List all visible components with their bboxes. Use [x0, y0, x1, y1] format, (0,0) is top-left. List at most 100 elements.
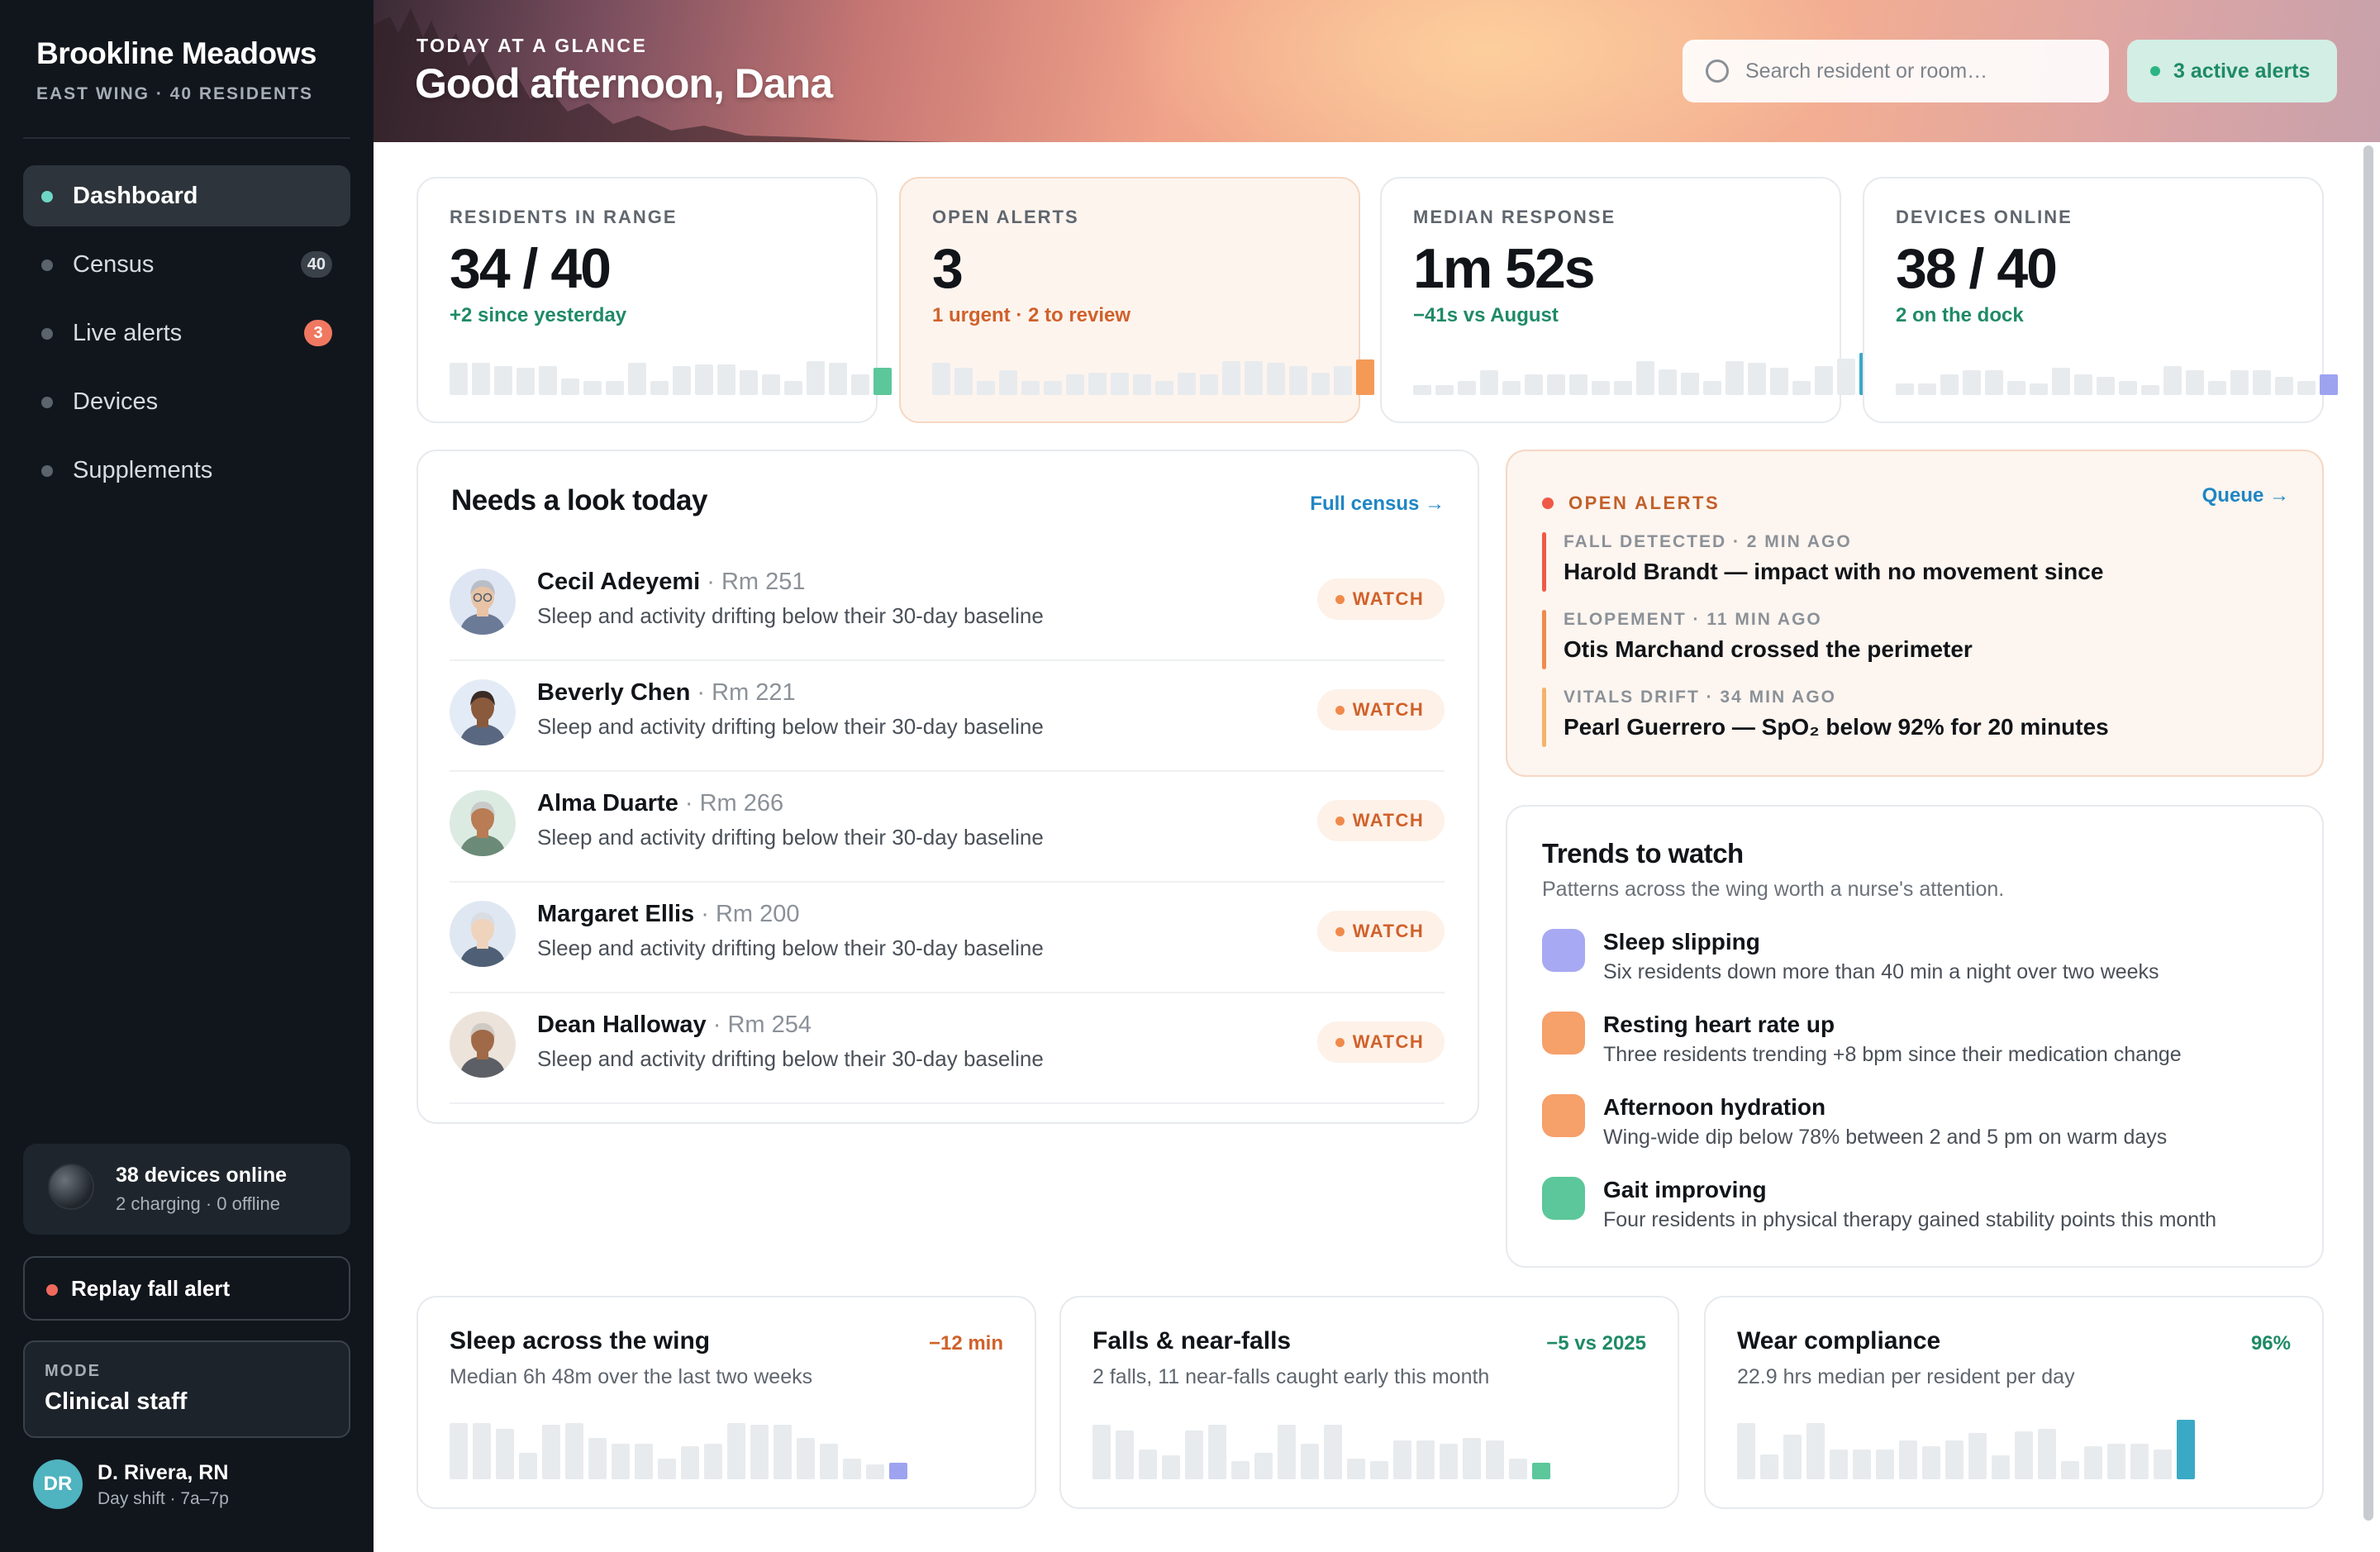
nav-item-live-alerts[interactable]: Live alerts 3	[23, 302, 350, 364]
spark-bar	[866, 1464, 884, 1479]
spark-bar	[2230, 370, 2249, 395]
alert-item[interactable]: VITALS DRIFT · 34 MIN AGO Pearl Guerrero …	[1542, 688, 2286, 747]
nav-label: Census	[73, 250, 155, 278]
spark-bar	[1876, 1450, 1894, 1479]
scrollbar[interactable]	[2363, 145, 2373, 1521]
mode-selector[interactable]: MODE Clinical staff	[23, 1340, 350, 1438]
queue-link[interactable]: Queue →	[2202, 484, 2289, 507]
spark-bar	[1837, 359, 1855, 395]
trend-item[interactable]: Afternoon hydration Wing-wide dip below 7…	[1542, 1094, 2286, 1169]
nav-label: Dashboard	[73, 182, 198, 209]
hero-banner: TODAY AT A GLANCE Good afternoon, Dana S…	[374, 0, 2380, 142]
spark-bar	[473, 1423, 491, 1479]
spark-bar-current	[873, 368, 892, 395]
kpi-card: MEDIAN RESPONSE 1m 52s −41s vs August	[1380, 177, 1878, 423]
user-avatar[interactable]: DR	[33, 1459, 83, 1509]
resident-row[interactable]: Alma Duarte · Rm 266 Sleep and activity d…	[450, 772, 1445, 883]
spark-bar	[1792, 381, 1811, 395]
watch-status-badge[interactable]: WATCH	[1317, 578, 1445, 620]
devices-status-card[interactable]: 38 devices online 2 charging · 0 offline	[23, 1144, 350, 1235]
spark-bar	[519, 1453, 537, 1479]
watch-label: WATCH	[1352, 921, 1425, 941]
kpi-label: DEVICES ONLINE	[1896, 207, 2073, 227]
resident-row[interactable]: Cecil Adeyemi · Rm 251 Sleep and activity…	[450, 550, 1445, 661]
spark-bar	[1525, 374, 1543, 395]
replay-fall-alert-button[interactable]: Replay fall alert	[23, 1256, 350, 1321]
resident-avatar	[450, 679, 516, 745]
active-alerts-label: 3 active alerts	[2173, 59, 2311, 83]
resident-room: · Rm 251	[707, 569, 806, 595]
alert-meta: FALL DETECTED · 2 MIN AGO	[1564, 532, 1852, 551]
device-icon	[48, 1164, 94, 1210]
spark-bar	[1088, 373, 1107, 395]
alert-text: Harold Brandt — impact with no movement …	[1564, 559, 2104, 584]
dot-icon	[41, 465, 53, 477]
spark-bar	[583, 381, 602, 395]
spark-bar	[606, 381, 624, 395]
mode-value: Clinical staff	[45, 1388, 188, 1415]
resident-avatar	[450, 790, 516, 856]
full-census-link[interactable]: Full census →	[1310, 493, 1445, 516]
kpi-card: DEVICES ONLINE 38 / 40 2 on the dock	[1863, 177, 2338, 423]
spark-bar	[1480, 370, 1498, 395]
facility-name: Brookline Meadows	[36, 36, 317, 70]
resident-room: · Rm 200	[701, 901, 800, 927]
spark-bar	[1413, 385, 1431, 395]
resident-name-text: Beverly Chen	[537, 679, 691, 706]
nav-item-dashboard[interactable]: Dashboard	[23, 165, 350, 226]
watch-status-badge[interactable]: WATCH	[1317, 911, 1445, 952]
spark-bar	[820, 1444, 838, 1479]
alert-item[interactable]: FALL DETECTED · 2 MIN AGO Harold Brandt —…	[1542, 532, 2286, 592]
spark-bar	[1985, 370, 2003, 395]
devices-online-title: 38 devices online	[116, 1164, 288, 1187]
spark-bar	[2253, 370, 2271, 395]
resident-note: Sleep and activity drifting below their …	[537, 603, 1044, 628]
spark-bar	[1509, 1459, 1527, 1479]
resident-row[interactable]: Margaret Ellis · Rm 200 Sleep and activit…	[450, 883, 1445, 993]
kpi-delta: −41s vs August	[1413, 304, 1559, 326]
nav-item-devices[interactable]: Devices	[23, 371, 350, 432]
spark-bar	[1133, 374, 1151, 395]
dot-icon	[41, 328, 53, 340]
spark-bar	[1569, 374, 1587, 395]
kpi-value: 1m 52s	[1413, 237, 1596, 300]
watch-dot-icon	[1335, 1038, 1345, 1047]
search-input[interactable]: Search resident or room…	[1683, 40, 2109, 102]
summary-delta: −5 vs 2025	[1546, 1332, 1646, 1354]
spark-bar	[1592, 381, 1610, 395]
spark-bar	[727, 1423, 745, 1479]
nav-item-census[interactable]: Census 40	[23, 234, 350, 295]
resident-row[interactable]: Beverly Chen · Rm 221 Sleep and activity …	[450, 661, 1445, 772]
watch-status-badge[interactable]: WATCH	[1317, 1021, 1445, 1063]
spark-bar	[1021, 381, 1040, 395]
alert-meta: VITALS DRIFT · 34 MIN AGO	[1564, 688, 1837, 707]
watch-status-badge[interactable]: WATCH	[1317, 800, 1445, 841]
spark-bar	[516, 368, 535, 395]
spark-bar-current	[889, 1463, 907, 1479]
resident-row[interactable]: Dean Halloway · Rm 254 Sleep and activity…	[450, 993, 1445, 1104]
trend-title: Resting heart rate up	[1603, 1012, 1835, 1037]
needs-look-card: Needs a look today Full census → Cecil A…	[416, 450, 1479, 1124]
spark-bar	[750, 1425, 769, 1479]
spark-bar	[1726, 361, 1744, 395]
spark-bar	[1311, 373, 1330, 395]
active-alerts-chip[interactable]: 3 active alerts	[2127, 40, 2337, 102]
spark-bar	[954, 368, 973, 395]
spark-bar	[740, 370, 758, 395]
trend-item[interactable]: Sleep slipping Six residents down more th…	[1542, 929, 2286, 1003]
spark-bar	[1222, 361, 1240, 395]
watch-status-badge[interactable]: WATCH	[1317, 689, 1445, 731]
spark-bar	[2163, 366, 2182, 395]
resident-note: Sleep and activity drifting below their …	[537, 1046, 1044, 1071]
sidebar-divider	[23, 137, 350, 139]
spark-bar	[1806, 1423, 1825, 1479]
spark-bar	[2275, 377, 2293, 395]
nav-item-supplements[interactable]: Supplements	[23, 440, 350, 501]
trend-item[interactable]: Resting heart rate up Three residents tre…	[1542, 1012, 2286, 1086]
spark-bar	[1830, 1450, 1848, 1479]
alert-item[interactable]: ELOPEMENT · 11 MIN AGO Otis Marchand cros…	[1542, 610, 2286, 669]
spark-bar	[1737, 1423, 1755, 1479]
trend-item[interactable]: Gait improving Four residents in physical…	[1542, 1177, 2286, 1251]
summary-subtitle: Median 6h 48m over the last two weeks	[450, 1365, 813, 1388]
status-dot-icon	[2150, 66, 2160, 76]
